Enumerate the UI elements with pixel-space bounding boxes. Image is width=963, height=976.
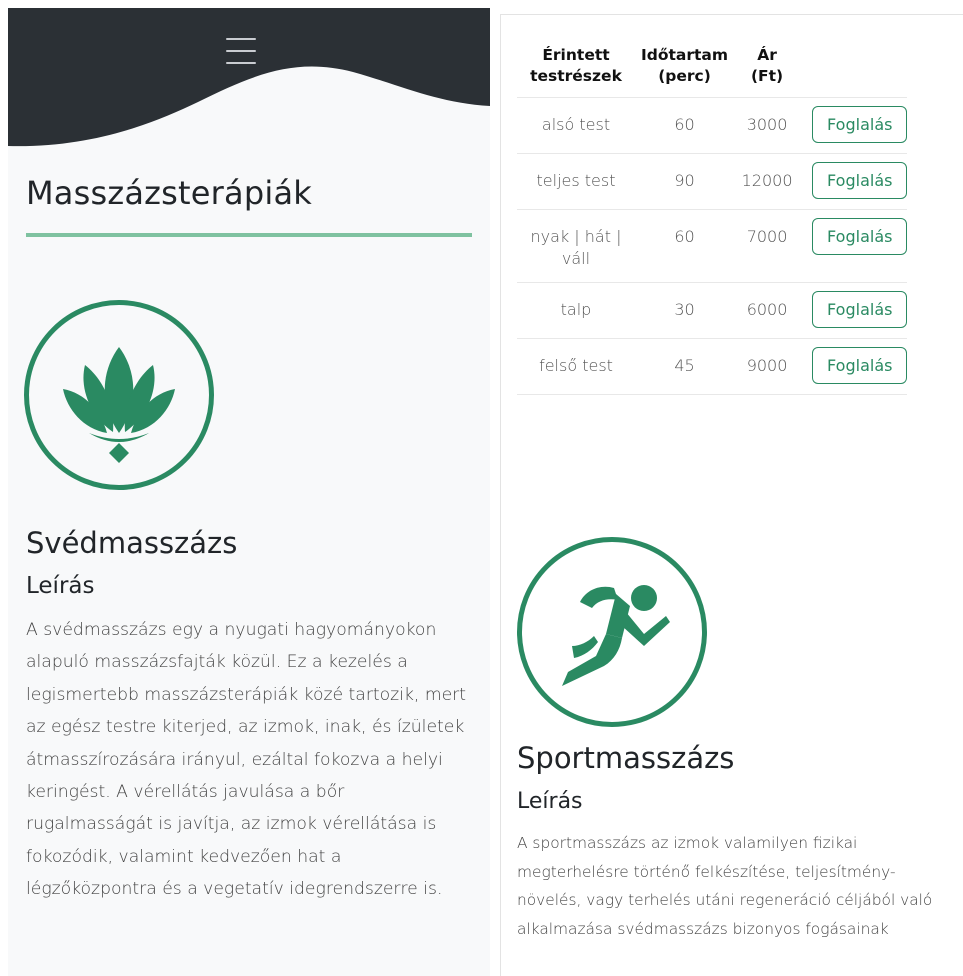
- cell-duration: 45: [635, 338, 735, 395]
- massage-name: Sportmasszázs: [517, 741, 735, 775]
- description-heading: Leírás: [517, 789, 583, 814]
- left-panel: Masszázsterápiák Svédmasszázs Leírás A s…: [8, 8, 490, 976]
- hamburger-menu-button[interactable]: [226, 38, 256, 64]
- cell-area: teljes test: [517, 153, 635, 210]
- book-button[interactable]: Foglalás: [812, 162, 908, 199]
- book-button[interactable]: Foglalás: [812, 291, 908, 328]
- massage-name: Svédmasszázs: [26, 526, 238, 560]
- header-action: [800, 37, 907, 98]
- cell-price: 3000: [734, 97, 801, 154]
- cell-area: talp: [517, 282, 635, 339]
- page-title: Masszázsterápiák: [26, 174, 312, 212]
- lotus-icon: [24, 300, 214, 490]
- header-area: Érintett testrészek: [530, 46, 622, 85]
- cell-area: felső test: [517, 338, 635, 395]
- cell-duration: 30: [635, 282, 735, 339]
- header-duration: Időtartam (perc): [641, 46, 729, 85]
- wave-shape: [8, 8, 490, 147]
- massage-description: A sportmasszázs az izmok valamilyen fizi…: [517, 834, 933, 938]
- cell-duration: 60: [635, 209, 735, 283]
- cell-price: 9000: [734, 338, 801, 395]
- book-button[interactable]: Foglalás: [812, 106, 908, 143]
- wave-header: [8, 8, 490, 168]
- title-divider: [26, 233, 472, 237]
- table-row: teljes test 90 12000 Foglalás: [517, 153, 908, 210]
- cell-action: Foglalás: [800, 153, 908, 210]
- cell-area: alsó test: [517, 97, 635, 154]
- massage-description: A svédmasszázs egy a nyugati hagyományok…: [26, 620, 466, 900]
- runner-icon: [517, 537, 707, 727]
- book-button[interactable]: Foglalás: [812, 347, 908, 384]
- table-row: talp 30 6000 Foglalás: [517, 282, 908, 339]
- table-row: felső test 45 9000 Foglalás: [517, 338, 908, 395]
- cell-area: nyak | hát | váll: [517, 209, 635, 283]
- table-row: alsó test 60 3000 Foglalás: [517, 97, 908, 154]
- cell-action: Foglalás: [800, 338, 908, 395]
- menu-bar: [226, 38, 256, 40]
- description-heading: Leírás: [26, 573, 95, 599]
- cell-duration: 60: [635, 97, 735, 154]
- cell-action: Foglalás: [800, 282, 908, 339]
- cell-action: Foglalás: [800, 209, 908, 283]
- pricing-table: Érintett testrészek Időtartam (perc) Ár …: [517, 37, 908, 395]
- cell-price: 6000: [734, 282, 801, 339]
- menu-bar: [226, 62, 256, 64]
- cell-price: 12000: [734, 153, 801, 210]
- cell-price: 7000: [734, 209, 801, 283]
- cell-action: Foglalás: [800, 97, 908, 154]
- cell-duration: 90: [635, 153, 735, 210]
- menu-bar: [226, 50, 256, 52]
- header-price: Ár (Ft): [750, 46, 784, 85]
- book-button[interactable]: Foglalás: [812, 218, 908, 255]
- right-panel: Érintett testrészek Időtartam (perc) Ár …: [500, 14, 963, 976]
- table-row: nyak | hát | váll 60 7000 Foglalás: [517, 209, 908, 283]
